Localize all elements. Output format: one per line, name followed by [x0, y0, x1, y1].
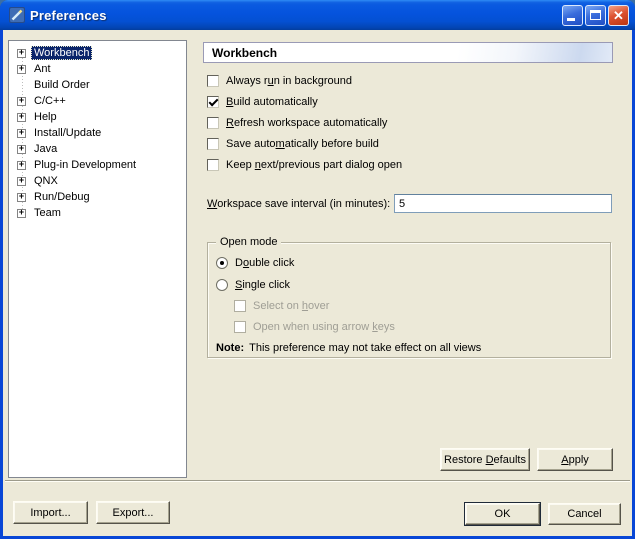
checkbox-row-open-arrow-keys: Open when using arrow keys: [234, 320, 395, 334]
open-mode-group-title: Open mode: [216, 236, 281, 248]
dialog-body: + Workbench + Ant Build Order + C/C++ + …: [3, 30, 632, 536]
close-icon: ✕: [609, 6, 628, 25]
separator: [5, 480, 630, 482]
ok-button[interactable]: OK: [465, 503, 540, 525]
radio-row-single-click: Single click: [216, 278, 290, 292]
tree-item-label: Workbench: [31, 46, 92, 60]
expand-icon[interactable]: +: [17, 113, 26, 122]
minimize-button[interactable]: [562, 5, 583, 26]
open-mode-group: Open mode Double click Single click Sele…: [207, 242, 611, 358]
checkbox-row-keep-dialog-open: Keep next/previous part dialog open: [207, 158, 402, 172]
expand-icon[interactable]: +: [17, 209, 26, 218]
checkbox-row-select-on-hover: Select on hover: [234, 299, 329, 313]
tree-item-plugin-development[interactable]: + Plug-in Development: [9, 157, 186, 173]
save-interval-input[interactable]: [394, 194, 612, 213]
maximize-button[interactable]: [585, 5, 606, 26]
tree-item-label: Ant: [31, 62, 54, 76]
tree-item-c-cpp[interactable]: + C/C++: [9, 93, 186, 109]
tree-item-team[interactable]: + Team: [9, 205, 186, 221]
preferences-tree: + Workbench + Ant Build Order + C/C++ + …: [8, 40, 187, 478]
checkbox-label[interactable]: Save automatically before build: [226, 138, 379, 150]
checkbox-open-arrow-keys: [234, 321, 246, 333]
cancel-button[interactable]: Cancel: [548, 503, 621, 525]
maximize-icon: [590, 10, 601, 20]
checkbox-select-on-hover: [234, 300, 246, 312]
checkbox-save-before-build[interactable]: [207, 138, 219, 150]
export-button[interactable]: Export...: [96, 501, 170, 524]
tree-item-label: Help: [31, 110, 60, 124]
expand-icon[interactable]: +: [17, 193, 26, 202]
tree-item-help[interactable]: + Help: [9, 109, 186, 125]
checkbox-row-run-in-background: Always run in background: [207, 74, 352, 88]
close-button[interactable]: ✕: [608, 5, 629, 26]
restore-defaults-button[interactable]: Restore Defaults: [440, 448, 530, 471]
checkbox-row-refresh-workspace: Refresh workspace automatically: [207, 116, 387, 130]
tree-item-label: QNX: [31, 174, 61, 188]
tree-item-install-update[interactable]: + Install/Update: [9, 125, 186, 141]
checkbox-label[interactable]: Keep next/previous part dialog open: [226, 159, 402, 171]
save-interval-label: Workspace save interval (in minutes):: [207, 198, 390, 210]
titlebar: Preferences ✕: [0, 0, 635, 30]
expand-icon[interactable]: +: [17, 161, 26, 170]
expand-icon[interactable]: +: [17, 97, 26, 106]
apply-button[interactable]: Apply: [537, 448, 613, 471]
tree-item-build-order[interactable]: Build Order: [9, 77, 186, 93]
expand-icon[interactable]: +: [17, 145, 26, 154]
tree-item-ant[interactable]: + Ant: [9, 61, 186, 77]
radio-label[interactable]: Double click: [235, 257, 294, 269]
expand-icon[interactable]: +: [17, 129, 26, 138]
radio-single-click[interactable]: [216, 279, 228, 291]
expand-icon[interactable]: +: [17, 49, 26, 58]
radio-double-click[interactable]: [216, 257, 228, 269]
page-title: Workbench: [203, 42, 613, 63]
tree-item-workbench[interactable]: + Workbench: [9, 45, 186, 61]
radio-row-double-click: Double click: [216, 256, 294, 270]
tree-item-label: Plug-in Development: [31, 158, 139, 172]
tree-item-label: Build Order: [31, 78, 93, 92]
note-label: Note:: [216, 342, 244, 354]
checkbox-row-save-before-build: Save automatically before build: [207, 137, 379, 151]
tree-item-label: Java: [31, 142, 60, 156]
preferences-icon: [9, 7, 25, 23]
checkbox-label[interactable]: Always run in background: [226, 75, 352, 87]
checkbox-label[interactable]: Build automatically: [226, 96, 318, 108]
tree-item-qnx[interactable]: + QNX: [9, 173, 186, 189]
tree-item-run-debug[interactable]: + Run/Debug: [9, 189, 186, 205]
note-text: This preference may not take effect on a…: [249, 342, 481, 354]
expand-icon[interactable]: +: [17, 177, 26, 186]
checkbox-label[interactable]: Refresh workspace automatically: [226, 117, 387, 129]
checkbox-label: Select on hover: [253, 300, 329, 312]
preferences-dialog: Preferences ✕ + Workbench + Ant Build Or…: [0, 0, 635, 539]
tree-item-java[interactable]: + Java: [9, 141, 186, 157]
page-title-text: Workbench: [212, 46, 277, 60]
minimize-icon: [567, 18, 575, 21]
checkbox-keep-dialog-open[interactable]: [207, 159, 219, 171]
tree-item-label: C/C++: [31, 94, 69, 108]
note-row: Note: This preference may not take effec…: [216, 341, 481, 355]
tree-item-label: Install/Update: [31, 126, 104, 140]
checkbox-build-automatically[interactable]: [207, 96, 219, 108]
import-button[interactable]: Import...: [13, 501, 88, 524]
tree-item-label: Run/Debug: [31, 190, 93, 204]
checkbox-refresh-workspace[interactable]: [207, 117, 219, 129]
checkbox-run-in-background[interactable]: [207, 75, 219, 87]
window-title: Preferences: [30, 8, 107, 23]
checkbox-row-build-automatically: Build automatically: [207, 95, 318, 109]
checkbox-label: Open when using arrow keys: [253, 321, 395, 333]
radio-label[interactable]: Single click: [235, 279, 290, 291]
tree-item-label: Team: [31, 206, 64, 220]
expand-icon[interactable]: +: [17, 65, 26, 74]
